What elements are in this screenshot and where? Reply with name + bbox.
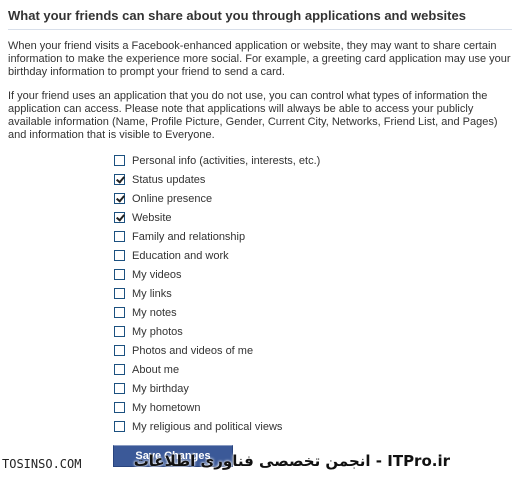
option-family-relationship[interactable]: Family and relationship [114,227,320,246]
checkbox[interactable] [114,174,125,185]
checkbox[interactable] [114,288,125,299]
checkbox[interactable] [114,269,125,280]
checkbox[interactable] [114,155,125,166]
description-paragraph-2: If your friend uses an application that … [8,90,498,141]
description-paragraph-1: When your friend visits a Facebook-enhan… [8,40,511,78]
checkbox[interactable] [114,193,125,204]
option-label: Website [132,211,172,224]
option-education-work[interactable]: Education and work [114,246,320,265]
option-label: My photos [132,325,183,338]
checkbox[interactable] [114,383,125,394]
checkbox[interactable] [114,345,125,356]
option-label: Photos and videos of me [132,344,254,357]
checkbox[interactable] [114,421,125,432]
checkbox[interactable] [114,326,125,337]
option-label: My religious and political views [132,420,283,433]
checkbox[interactable] [114,250,125,261]
option-website[interactable]: Website [114,208,320,227]
option-my-links[interactable]: My links [114,284,320,303]
option-label: Family and relationship [132,230,246,243]
option-personal-info[interactable]: Personal info (activities, interests, et… [114,151,320,170]
option-my-videos[interactable]: My videos [114,265,320,284]
checkbox[interactable] [114,231,125,242]
watermark-right: ITPro.ir - انجمن تخصصی فناوری اطلاعات [133,452,450,470]
watermark-left: TOSINSO.COM [2,457,82,471]
option-religious-political-views[interactable]: My religious and political views [114,417,320,436]
option-label: My videos [132,268,182,281]
checkbox[interactable] [114,307,125,318]
option-label: Online presence [132,192,213,205]
option-label: My notes [132,306,177,319]
option-my-hometown[interactable]: My hometown [114,398,320,417]
checkbox[interactable] [114,212,125,223]
option-label: Education and work [132,249,229,262]
section-title: What your friends can share about you th… [8,8,512,30]
option-my-notes[interactable]: My notes [114,303,320,322]
checkbox[interactable] [114,364,125,375]
option-label: My links [132,287,172,300]
option-label: My hometown [132,401,201,414]
option-photos-videos-of-me[interactable]: Photos and videos of me [114,341,320,360]
option-about-me[interactable]: About me [114,360,320,379]
checkbox[interactable] [114,402,125,413]
share-settings-page: What your friends can share about you th… [0,0,520,486]
option-label: About me [132,363,180,376]
option-online-presence[interactable]: Online presence [114,189,320,208]
option-label: Status updates [132,173,206,186]
share-options-list: Personal info (activities, interests, et… [114,151,320,436]
option-label: Personal info (activities, interests, et… [132,154,321,167]
option-my-photos[interactable]: My photos [114,322,320,341]
option-status-updates[interactable]: Status updates [114,170,320,189]
option-my-birthday[interactable]: My birthday [114,379,320,398]
option-label: My birthday [132,382,189,395]
